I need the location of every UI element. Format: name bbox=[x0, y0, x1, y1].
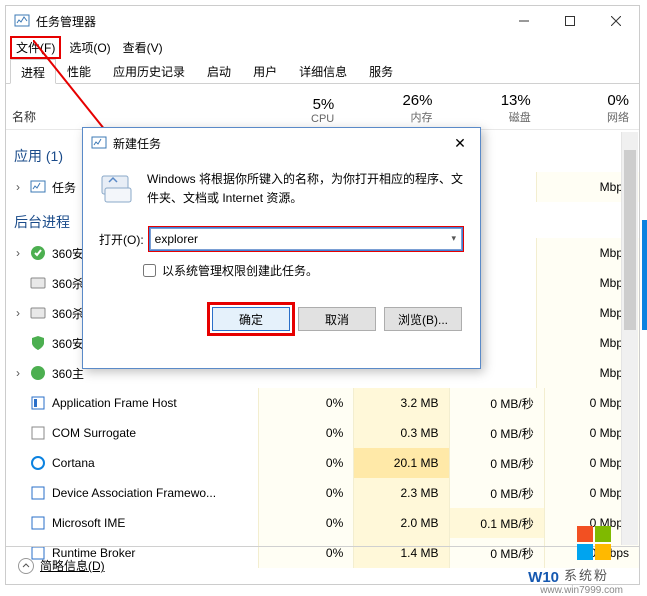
menu-file[interactable]: 文件(F) bbox=[10, 36, 61, 59]
expand-icon[interactable]: › bbox=[12, 180, 24, 194]
expand-icon[interactable]: › bbox=[12, 306, 24, 320]
maximize-button[interactable] bbox=[547, 6, 593, 36]
open-input-highlight: ▾ bbox=[148, 226, 464, 252]
titlebar: 任务管理器 bbox=[6, 6, 639, 36]
blue-edge-decoration bbox=[642, 220, 647, 330]
table-row[interactable]: Application Frame Host0%3.2 MB0 MB/秒0 Mb… bbox=[6, 388, 639, 418]
app-icon bbox=[30, 425, 46, 441]
tab-performance[interactable]: 性能 bbox=[56, 58, 102, 83]
col-name[interactable]: 名称 bbox=[6, 84, 246, 129]
dialog-close-button[interactable]: ✕ bbox=[440, 135, 480, 152]
tab-app-history[interactable]: 应用历史记录 bbox=[102, 58, 196, 83]
admin-checkbox-label: 以系统管理权限创建此任务。 bbox=[162, 262, 318, 279]
browse-button[interactable]: 浏览(B)... bbox=[384, 307, 462, 331]
ok-button[interactable]: 确定 bbox=[212, 307, 290, 331]
watermark-text: 系统粉 bbox=[564, 565, 609, 584]
watermark-w: W10 bbox=[528, 569, 559, 586]
menubar: 文件(F) 选项(O) 查看(V) bbox=[6, 36, 639, 58]
watermark-logo bbox=[577, 526, 611, 560]
table-row[interactable]: COM Surrogate0%0.3 MB0 MB/秒0 Mbps bbox=[6, 418, 639, 448]
app-icon bbox=[30, 365, 46, 381]
open-label: 打开(O): bbox=[99, 231, 144, 248]
menu-options[interactable]: 选项(O) bbox=[65, 38, 114, 57]
vertical-scrollbar[interactable] bbox=[621, 132, 638, 545]
tab-startup[interactable]: 启动 bbox=[196, 58, 242, 83]
shield-icon bbox=[30, 335, 46, 351]
open-input[interactable] bbox=[150, 228, 462, 250]
chevron-down-icon[interactable]: ▾ bbox=[451, 233, 456, 244]
run-dialog-icon bbox=[99, 170, 135, 206]
dialog-title: 新建任务 bbox=[113, 135, 440, 152]
tab-details[interactable]: 详细信息 bbox=[288, 58, 358, 83]
expand-icon[interactable]: › bbox=[12, 246, 24, 260]
chevron-up-icon[interactable] bbox=[18, 558, 34, 574]
tab-services[interactable]: 服务 bbox=[358, 58, 404, 83]
app-icon bbox=[30, 245, 46, 261]
table-row[interactable]: Microsoft IME0%2.0 MB0.1 MB/秒0 Mbps bbox=[6, 508, 639, 538]
tab-processes[interactable]: 进程 bbox=[10, 59, 56, 84]
col-cpu[interactable]: 5%CPU bbox=[246, 84, 344, 129]
table-row[interactable]: Device Association Framewo...0%2.3 MB0 M… bbox=[6, 478, 639, 508]
admin-checkbox[interactable] bbox=[143, 264, 156, 277]
scrollbar-thumb[interactable] bbox=[624, 150, 636, 330]
dialog-message: Windows 将根据你所键入的名称，为你打开相应的程序、文件夹、文档或 Int… bbox=[147, 170, 464, 208]
window-title: 任务管理器 bbox=[36, 13, 501, 30]
col-memory[interactable]: 26%内存 bbox=[344, 84, 442, 129]
tab-users[interactable]: 用户 bbox=[242, 58, 288, 83]
taskmgr-icon bbox=[30, 179, 46, 195]
col-disk[interactable]: 13%磁盘 bbox=[443, 84, 541, 129]
run-dialog: 新建任务 ✕ Windows 将根据你所键入的名称，为你打开相应的程序、文件夹、… bbox=[82, 127, 481, 369]
column-headers: 名称 5%CPU 26%内存 13%磁盘 0%网络 bbox=[6, 84, 639, 130]
menu-view[interactable]: 查看(V) bbox=[119, 38, 167, 57]
cancel-button[interactable]: 取消 bbox=[298, 307, 376, 331]
app-icon bbox=[30, 485, 46, 501]
run-icon bbox=[91, 135, 107, 151]
app-icon bbox=[30, 395, 46, 411]
tab-bar: 进程 性能 应用历史记录 启动 用户 详细信息 服务 bbox=[6, 58, 639, 84]
taskmgr-icon bbox=[14, 13, 30, 29]
app-icon bbox=[30, 515, 46, 531]
col-network[interactable]: 0%网络 bbox=[541, 84, 639, 129]
table-row[interactable]: Cortana0%20.1 MB0 MB/秒0 Mbps bbox=[6, 448, 639, 478]
close-button[interactable] bbox=[593, 6, 639, 36]
window-controls bbox=[501, 6, 639, 36]
cortana-icon bbox=[30, 455, 46, 471]
watermark-url: www.win7999.com bbox=[540, 585, 623, 596]
app-icon bbox=[30, 305, 46, 321]
expand-icon[interactable]: › bbox=[12, 366, 24, 380]
minimize-button[interactable] bbox=[501, 6, 547, 36]
app-icon bbox=[30, 275, 46, 291]
fewer-details-link[interactable]: 简略信息(D) bbox=[40, 557, 105, 574]
dialog-titlebar: 新建任务 ✕ bbox=[83, 128, 480, 158]
